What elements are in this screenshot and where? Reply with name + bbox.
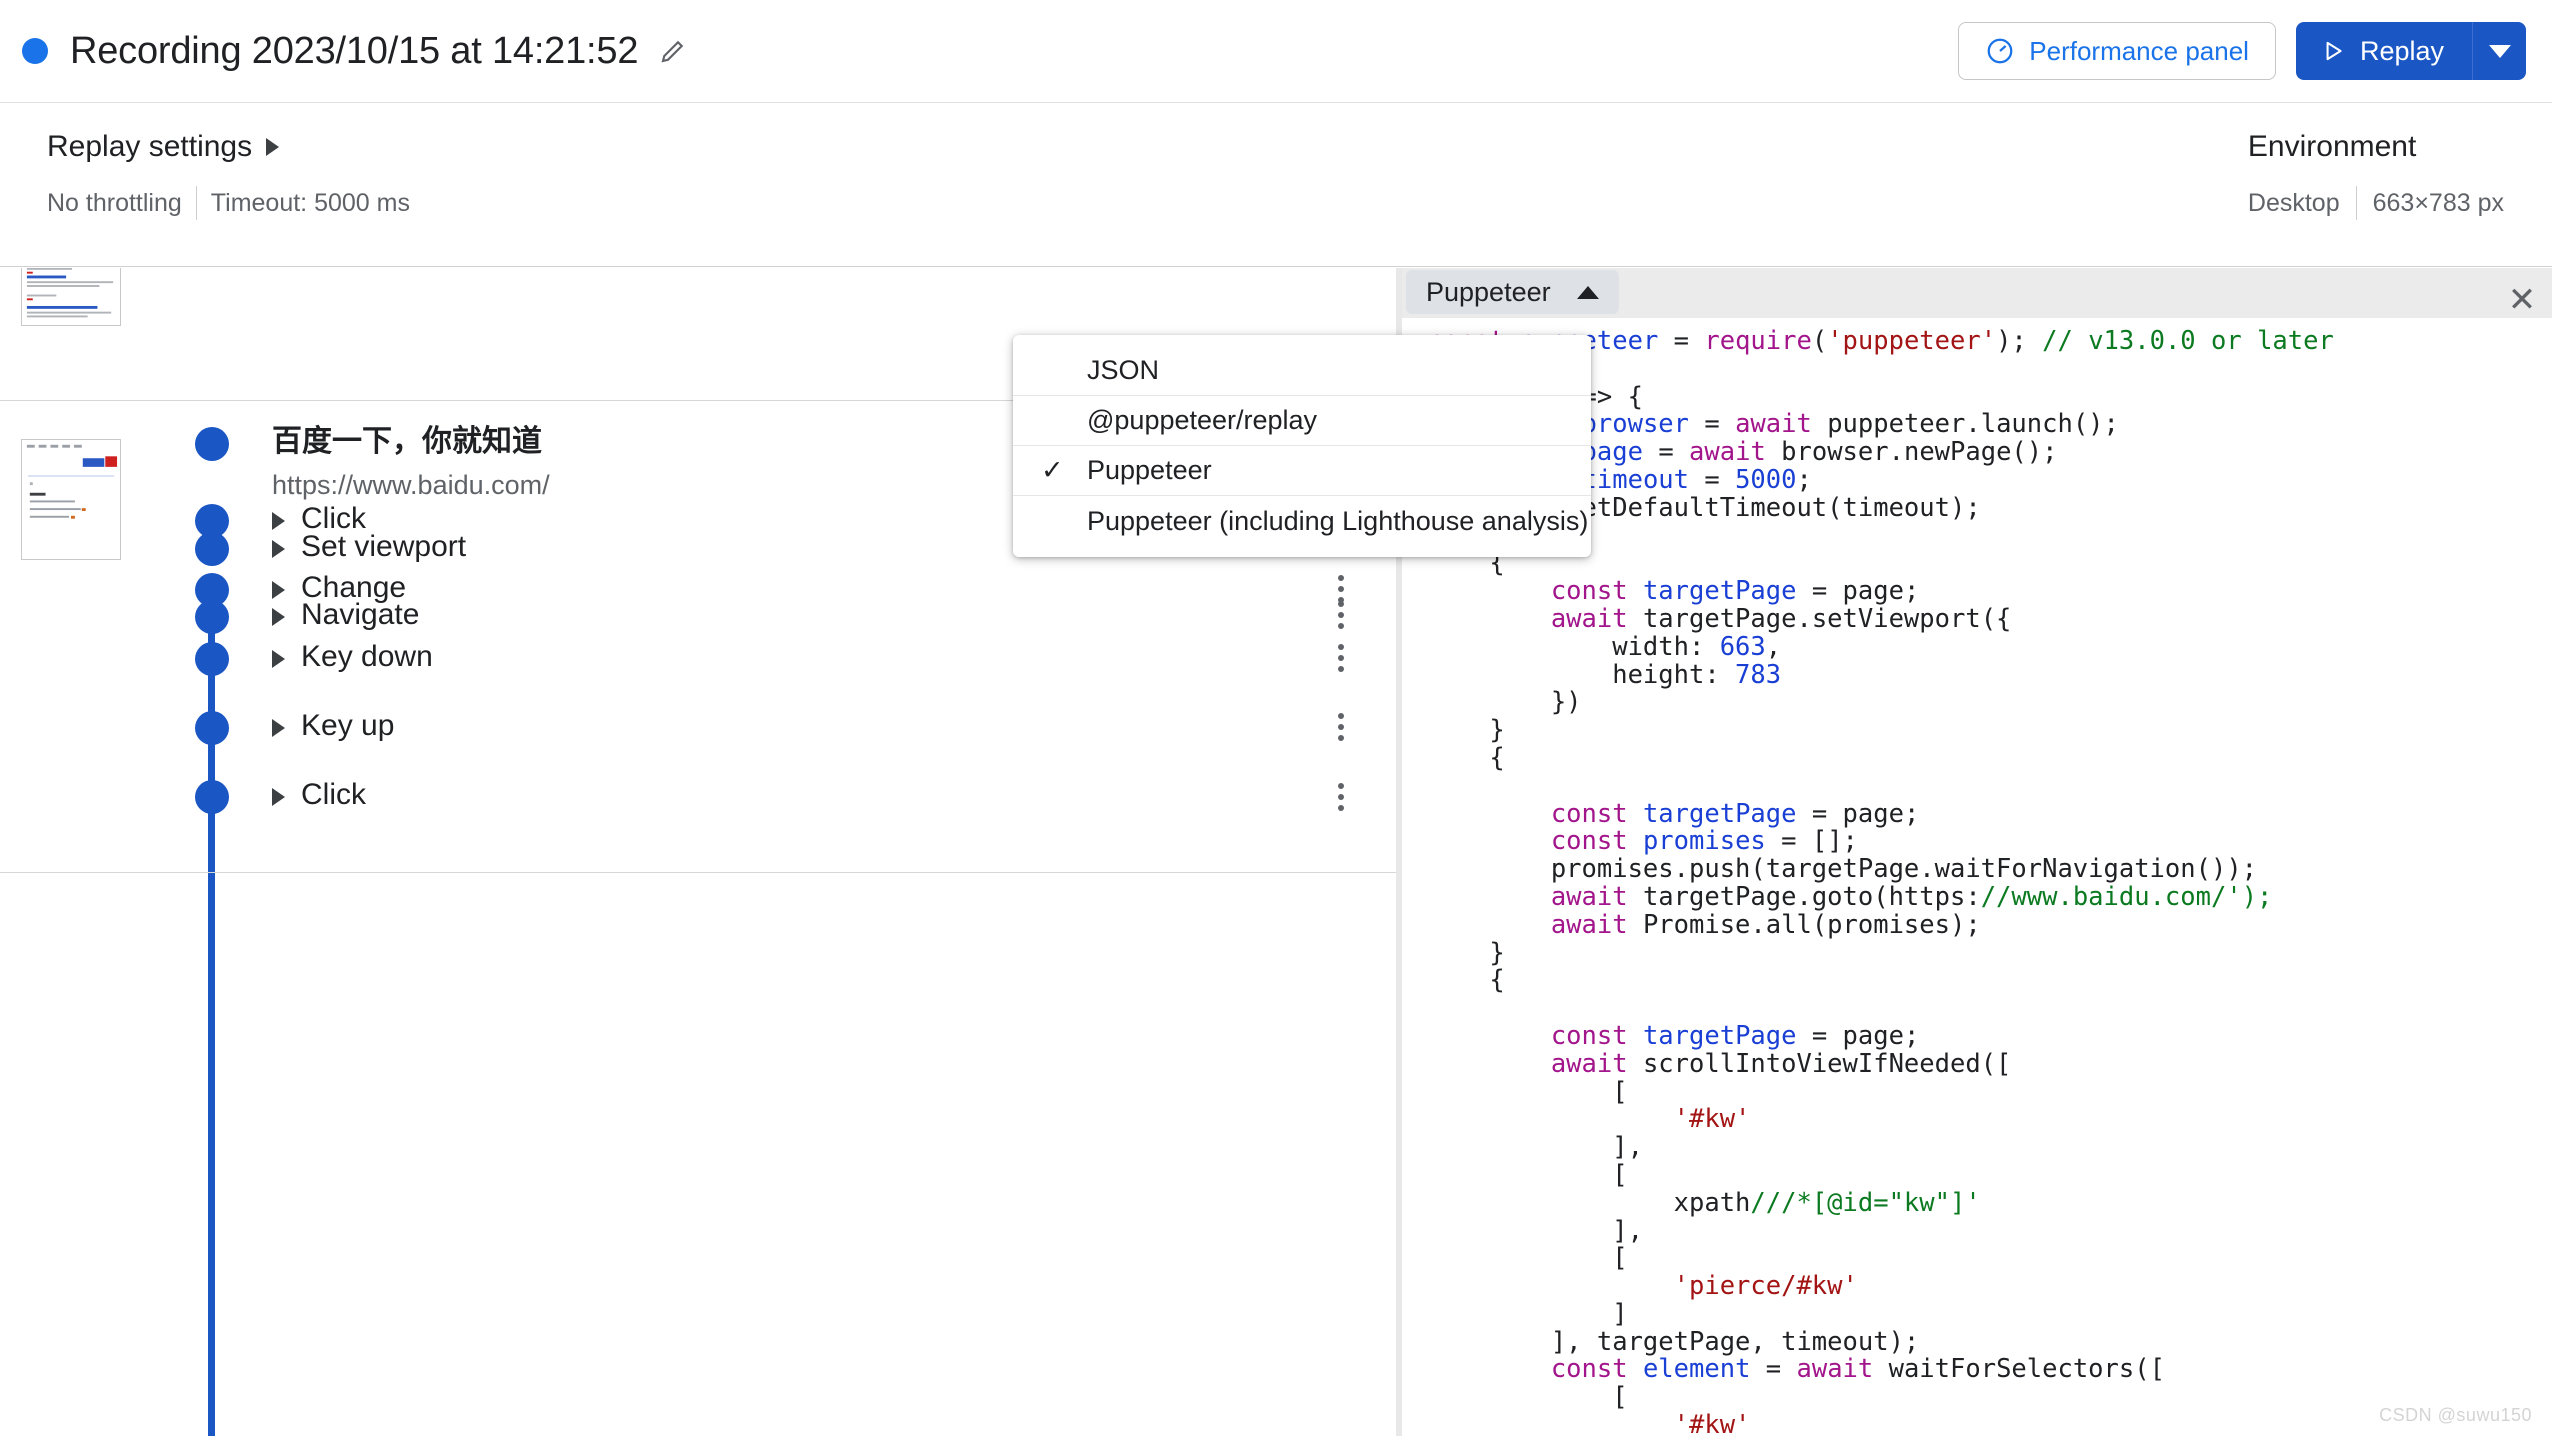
step-screenshot-thumbnail[interactable]	[21, 439, 121, 560]
kebab-dot	[1338, 597, 1344, 603]
search-results-thumbnail-icon	[22, 268, 120, 325]
step-content: Change	[272, 569, 406, 607]
step-label: Key up	[301, 707, 394, 745]
step-screenshot-thumbnail[interactable]	[21, 268, 121, 326]
kebab-dot	[1338, 805, 1344, 811]
triangle-right-icon[interactable]	[272, 608, 285, 626]
step-timeline-dot[interactable]	[195, 780, 229, 814]
step-url: https://www.baidu.com/	[272, 466, 550, 504]
baidu-home-thumbnail-icon	[22, 440, 120, 559]
replay-settings-block: Replay settings No throttling Timeout: 5…	[47, 130, 410, 220]
menu-item-puppeteer-lighthouse[interactable]: Puppeteer (including Lighthouse analysis…	[1013, 496, 1591, 546]
close-icon[interactable]: ✕	[2502, 280, 2542, 320]
code-pane-header: Puppeteer ✕	[1402, 268, 2552, 318]
kebab-dot	[1338, 644, 1344, 650]
timeout-value: Timeout: 5000 ms	[211, 189, 410, 218]
menu-item-puppeteer[interactable]: ✓ Puppeteer	[1013, 446, 1591, 496]
step-timeline-dot[interactable]	[195, 642, 229, 676]
replay-settings-summary: No throttling Timeout: 5000 ms	[47, 186, 410, 220]
step-group-separator	[0, 872, 1396, 873]
triangle-right-icon[interactable]	[272, 540, 285, 558]
triangle-right-icon[interactable]	[272, 788, 285, 806]
throttling-value: No throttling	[47, 189, 196, 218]
header-actions: Performance panel Replay	[1958, 22, 2526, 80]
chevron-up-icon	[1577, 286, 1599, 299]
replay-settings-label: Replay settings	[47, 130, 252, 164]
kebab-dot	[1338, 724, 1344, 730]
format-dropdown-menu: JSON @puppeteer/replay ✓ Puppeteer Puppe…	[1013, 335, 1591, 557]
settings-strip: Replay settings No throttling Timeout: 5…	[0, 104, 2552, 267]
format-select-label: Puppeteer	[1426, 277, 1551, 308]
menu-item-puppeteer-replay[interactable]: @puppeteer/replay	[1013, 396, 1591, 446]
kebab-dot	[1338, 783, 1344, 789]
step-more-menu-button[interactable]	[1326, 638, 1356, 678]
kebab-dot	[1338, 575, 1344, 581]
kebab-dot	[1338, 735, 1344, 741]
check-icon: ✓	[1041, 455, 1087, 486]
watermark: CSDN @suwu150	[2379, 1405, 2532, 1426]
step-more-menu-button[interactable]	[1326, 569, 1356, 609]
chevron-down-icon	[2489, 45, 2511, 58]
replay-options-button[interactable]	[2472, 22, 2526, 80]
kebab-dot	[1338, 612, 1344, 618]
env-divider	[2356, 186, 2357, 220]
step-more-menu-button[interactable]	[1326, 777, 1356, 817]
step-timeline-dot	[195, 427, 229, 461]
menu-item-json[interactable]: JSON	[1013, 346, 1591, 396]
step-timeline-dot[interactable]	[195, 573, 229, 607]
kebab-dot	[1338, 666, 1344, 672]
play-triangle-icon	[2320, 38, 2346, 64]
replay-button-group: Replay	[2296, 22, 2526, 80]
step-more-menu-button[interactable]	[1326, 707, 1356, 747]
kebab-dot	[1338, 794, 1344, 800]
step-content: 百度一下，你就知道 https://www.baidu.com/	[272, 423, 550, 504]
speedometer-icon	[1985, 36, 2015, 66]
record-indicator-icon	[22, 38, 48, 64]
replay-settings-toggle[interactable]: Replay settings	[47, 130, 410, 164]
kebab-dot	[1338, 623, 1344, 629]
environment-label: Environment	[2248, 130, 2504, 164]
format-select-button[interactable]: Puppeteer	[1406, 270, 1619, 314]
step-label: Change	[301, 569, 406, 607]
kebab-dot	[1338, 713, 1344, 719]
performance-panel-label: Performance panel	[2029, 36, 2249, 67]
step-content: Key down	[272, 638, 433, 676]
step-label: Key down	[301, 638, 433, 676]
step-label: Click	[301, 500, 366, 538]
menu-item-label: JSON	[1087, 355, 1159, 386]
step-label: 百度一下，你就知道	[272, 423, 542, 461]
triangle-right-icon[interactable]	[272, 512, 285, 530]
triangle-right-icon[interactable]	[272, 650, 285, 668]
step-content: Key up	[272, 707, 394, 745]
menu-item-label: @puppeteer/replay	[1087, 405, 1317, 436]
summary-divider	[196, 186, 197, 220]
triangle-right-icon[interactable]	[272, 581, 285, 599]
step-content: Click	[272, 776, 366, 814]
app-header: Recording 2023/10/15 at 14:21:52 Perform…	[0, 0, 2552, 103]
step-timeline-dot[interactable]	[195, 711, 229, 745]
step-label: Click	[301, 776, 366, 814]
kebab-dot	[1338, 655, 1344, 661]
triangle-right-icon[interactable]	[272, 719, 285, 737]
performance-panel-button[interactable]: Performance panel	[1958, 22, 2276, 80]
step-timeline-dot[interactable]	[195, 504, 229, 538]
environment-block: Environment Desktop 663×783 px	[2248, 130, 2504, 220]
environment-device: Desktop	[2248, 189, 2340, 218]
step-content: Click	[272, 500, 366, 538]
environment-viewport: 663×783 px	[2373, 189, 2504, 218]
triangle-right-icon	[266, 138, 279, 156]
kebab-dot	[1338, 586, 1344, 592]
menu-item-label: Puppeteer	[1087, 455, 1212, 486]
page-title: Recording 2023/10/15 at 14:21:52	[70, 30, 638, 73]
pencil-icon[interactable]	[656, 34, 690, 68]
replay-button[interactable]: Replay	[2296, 22, 2472, 80]
environment-summary: Desktop 663×783 px	[2248, 186, 2504, 220]
replay-label: Replay	[2360, 36, 2444, 67]
menu-item-label: Puppeteer (including Lighthouse analysis…	[1087, 506, 1588, 537]
